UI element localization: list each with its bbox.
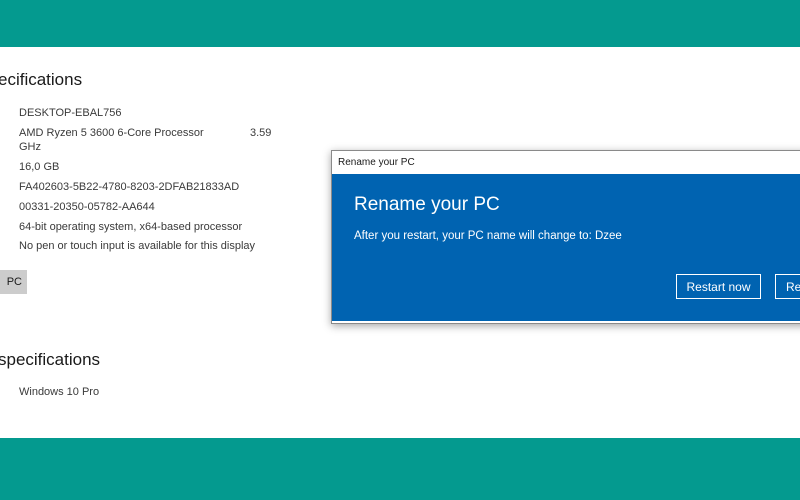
device-id-value: FA402603-5B22-4780-8203-2DFAB21833AD xyxy=(19,181,240,193)
rename-pc-button[interactable]: PC xyxy=(0,270,27,294)
product-id-value: 00331-20350-05782-AA644 xyxy=(19,201,155,213)
dialog-message: After you restart, your PC name will cha… xyxy=(354,230,622,242)
dialog-body: Rename your PC After you restart, your P… xyxy=(332,174,800,321)
device-name-value: DESKTOP-EBAL756 xyxy=(19,107,122,119)
pen-touch-value: No pen or touch input is available for t… xyxy=(19,240,256,252)
rename-pc-dialog: Rename your PC Rename your PC After you … xyxy=(331,150,800,324)
device-specifications-heading: ecifications xyxy=(0,70,83,89)
installed-ram-value: 16,0 GB xyxy=(19,161,60,173)
windows-specifications-heading: specifications xyxy=(0,350,101,369)
restart-later-button[interactable]: Re xyxy=(775,274,800,299)
restart-now-button[interactable]: Restart now xyxy=(676,274,761,299)
dialog-title: Rename your PC xyxy=(338,157,415,168)
processor-value: AMD Ryzen 5 3600 6-Core Processor xyxy=(19,127,204,139)
edition-value: Windows 10 Pro xyxy=(19,386,100,398)
dialog-heading: Rename your PC xyxy=(354,194,500,215)
processor-unit-value: GHz xyxy=(19,141,41,153)
dialog-titlebar[interactable]: Rename your PC xyxy=(332,151,800,173)
system-type-value: 64-bit operating system, x64-based proce… xyxy=(19,221,243,233)
processor-speed-value: 3.59 xyxy=(250,127,272,139)
